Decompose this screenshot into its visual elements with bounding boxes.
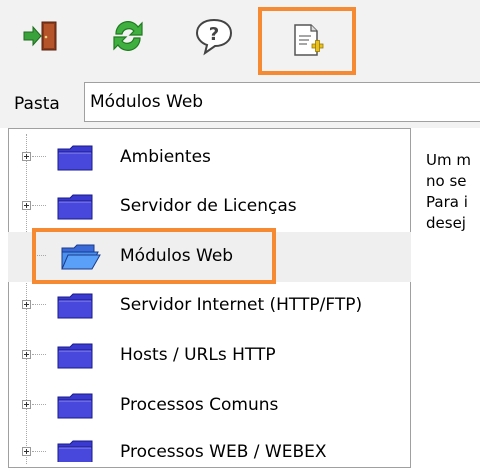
refresh-button[interactable] bbox=[104, 12, 152, 60]
description-line: Um m bbox=[426, 151, 471, 169]
expand-icon[interactable] bbox=[22, 300, 31, 309]
expand-icon[interactable] bbox=[22, 447, 31, 456]
folder-icon bbox=[57, 393, 93, 419]
expand-icon[interactable] bbox=[22, 152, 31, 161]
tree-item-servidor-internet[interactable]: Servidor Internet (HTTP/FTP) bbox=[8, 281, 411, 331]
folder-icon bbox=[57, 293, 93, 319]
folder-icon bbox=[57, 440, 93, 462]
toolbar: ? bbox=[0, 0, 480, 78]
expand-icon[interactable] bbox=[22, 350, 31, 359]
new-document-icon bbox=[294, 24, 324, 56]
description-panel: Um m no se Para i desej bbox=[426, 150, 480, 234]
description-line: desej bbox=[426, 214, 466, 232]
refresh-icon bbox=[113, 21, 143, 51]
selection-highlight bbox=[32, 228, 276, 284]
tree-item-servidor-licencas[interactable]: Servidor de Licenças bbox=[8, 182, 411, 232]
folder-icon bbox=[57, 194, 93, 220]
new-document-button[interactable] bbox=[258, 7, 356, 75]
folder-icon bbox=[57, 343, 93, 369]
tree-item-label: Hosts / URLs HTTP bbox=[120, 345, 276, 365]
pasta-field[interactable]: Módulos Web bbox=[84, 82, 480, 122]
tree-item-ambientes[interactable]: Ambientes bbox=[8, 133, 411, 183]
exit-door-icon bbox=[23, 21, 57, 51]
help-icon: ? bbox=[195, 18, 233, 56]
tree-item-hosts-urls[interactable]: Hosts / URLs HTTP bbox=[8, 331, 411, 381]
expand-icon[interactable] bbox=[22, 201, 31, 210]
pasta-label: Pasta bbox=[14, 94, 60, 114]
description-line: no se bbox=[426, 172, 467, 190]
tree-item-processos-web[interactable]: Processos WEB / WEBEX bbox=[8, 428, 411, 462]
expand-icon[interactable] bbox=[22, 400, 31, 409]
tree-item-label: Servidor Internet (HTTP/FTP) bbox=[120, 295, 363, 315]
tree-item-processos-comuns[interactable]: Processos Comuns bbox=[8, 381, 411, 431]
tree-item-label: Processos WEB / WEBEX bbox=[120, 442, 327, 462]
exit-button[interactable] bbox=[18, 12, 66, 60]
description-line: Para i bbox=[426, 193, 468, 211]
svg-text:?: ? bbox=[209, 24, 219, 45]
folder-icon bbox=[57, 145, 93, 171]
tree-item-label: Processos Comuns bbox=[120, 395, 279, 415]
help-button[interactable]: ? bbox=[190, 12, 238, 60]
tree-item-label: Servidor de Licenças bbox=[120, 196, 297, 216]
tree-item-label: Ambientes bbox=[120, 147, 211, 167]
